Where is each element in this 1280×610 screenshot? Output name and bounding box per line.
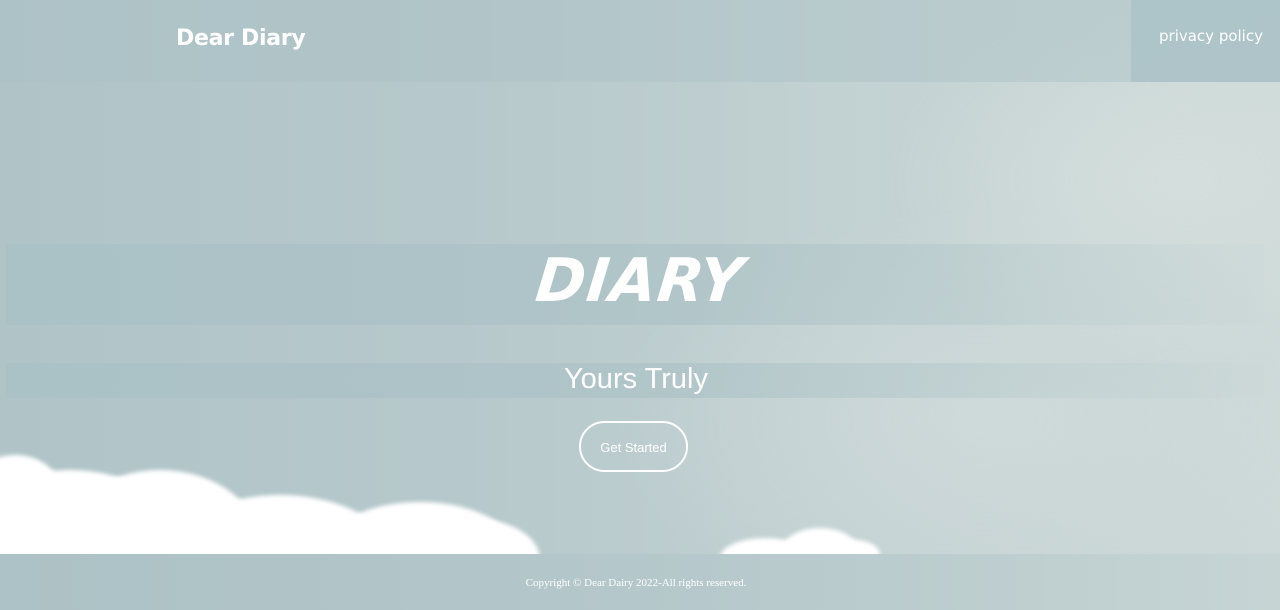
nav-links: privacy policy	[1131, 0, 1280, 82]
hero-subtitle: Yours Truly	[564, 363, 708, 395]
brand-logo-link[interactable]: Dear Diary	[176, 26, 306, 51]
hero-title: DIARY	[532, 246, 748, 316]
footer-copyright: Copyright © Dear Dairy 2022-All rights r…	[525, 577, 747, 589]
get-started-button[interactable]: Get Started	[579, 421, 688, 472]
privacy-policy-link[interactable]: privacy policy	[1159, 27, 1263, 45]
navbar: Dear Diary privacy policy	[0, 0, 1280, 82]
footer: Copyright © Dear Dairy 2022-All rights r…	[0, 554, 1280, 610]
